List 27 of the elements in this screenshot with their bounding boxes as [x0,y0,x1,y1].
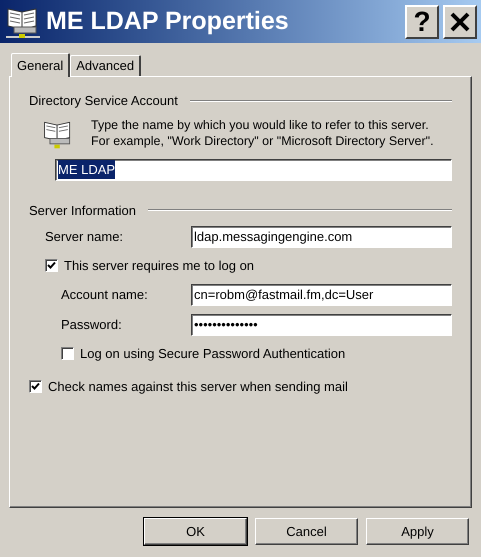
checkbox[interactable] [45,259,58,272]
window-title: ME LDAP Properties [46,6,290,37]
field-label: Account name: [61,286,149,304]
checkbox[interactable] [29,380,42,394]
dialog-button[interactable]: Apply [366,518,469,545]
checkmark-icon [47,261,56,270]
field-label: Password: [61,316,123,334]
checkbox-label: Log on using Secure Password Authentication [80,344,346,363]
checkmark-icon [31,382,40,392]
dialog-button[interactable]: Cancel [255,518,358,545]
tab[interactable]: Advanced [70,55,142,76]
tab[interactable]: General [11,53,70,77]
checkbox-label: Check names against this server when sending mail [48,378,348,396]
account-name-field[interactable]: cn=robm@fastmail.fm,dc=User [191,284,452,306]
description-text: Type the name by which you would like to refer to this server. For example, "Work Directory" or "Microsoft Directory Server". [91,116,435,148]
server-name-field[interactable]: ldap.messagingengine.com [191,226,452,248]
group-heading: Server Information [29,202,136,220]
password-field[interactable]: •••••••••••••• [191,314,452,336]
checkbox-label: This server requires me to log on [64,257,254,275]
dialog-button[interactable]: OK [144,518,247,545]
checkbox[interactable] [61,346,74,360]
close-icon [450,12,470,32]
help-button[interactable]: ? [405,4,439,38]
field-label: Server name: [45,228,124,246]
close-button[interactable] [443,4,477,38]
group-heading: Directory Service Account [29,92,178,110]
display-name-field[interactable]: ME LDAP [55,158,452,180]
